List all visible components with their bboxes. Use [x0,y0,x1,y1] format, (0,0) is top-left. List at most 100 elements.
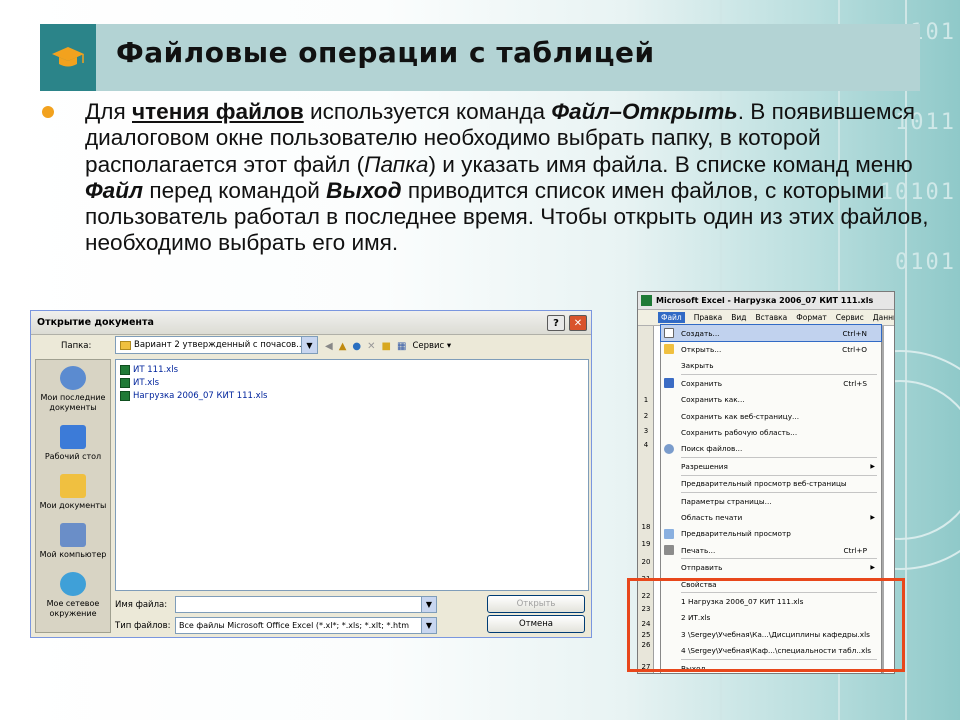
menu-item-print[interactable]: Печать... Ctrl+P [661,542,881,558]
file-item[interactable]: Нагрузка 2006_07 КИТ 111.xls [120,389,584,402]
excel-titlebar: Microsoft Excel - Нагрузка 2006_07 КИТ 1… [638,292,894,310]
network-places-icon [60,572,86,596]
menu-item-label: Открыть... [681,345,722,355]
place-my-documents[interactable]: Мои документы [36,468,110,517]
menu-item-label: Отправить [681,563,723,573]
submenu-arrow-icon: ▶ [870,462,875,470]
menu-item-label: Сохранить [681,378,723,388]
place-label: Мой компьютер [39,550,107,559]
place-label: Рабочий стол [44,452,102,461]
place-my-computer[interactable]: Мой компьютер [36,517,110,566]
row-number[interactable]: 4 [638,441,654,449]
dialog-titlebar: Открытие документа [31,311,591,335]
chevron-down-icon[interactable]: ▼ [301,337,317,353]
back-icon[interactable]: ◀ [325,341,333,352]
row-number[interactable]: 18 [638,523,654,531]
excel-logo-icon [641,295,652,306]
open-folder-icon [664,344,674,355]
filetype-select[interactable]: Все файлы Microsoft Office Excel (*.xl*;… [175,617,437,634]
menu-item-label: Разрешения [681,461,728,471]
menu-data[interactable]: Данные [873,313,894,322]
menu-item-web-preview[interactable]: Предварительный просмотр веб-страницы [661,476,881,492]
menu-item-create[interactable]: Создать... Ctrl+N [660,323,882,343]
filename-row: Имя файла: ▼ [115,596,437,613]
chevron-down-icon[interactable]: ▼ [421,597,436,612]
menu-item-label: Закрыть [681,361,714,371]
folder-icon [120,340,131,350]
file-name: Нагрузка 2006_07 КИТ 111.xls [133,390,268,401]
close-button[interactable]: ✕ [569,315,587,331]
menu-item-print-area[interactable]: Область печати ▶ [661,509,881,525]
menu-item-page-setup[interactable]: Параметры страницы... [661,493,881,509]
row-number[interactable]: 20 [638,558,654,566]
row-number[interactable]: 3 [638,427,654,435]
recent-documents-icon [60,366,86,390]
shortcut-label: Ctrl+S [843,378,867,388]
file-item[interactable]: ИТ 111.xls [120,363,584,376]
menu-item-close[interactable]: Закрыть [661,358,881,374]
file-item[interactable]: ИТ.xls [120,376,584,389]
place-label: Мои документы [39,501,107,510]
menu-item-save-web[interactable]: Сохранить как веб-страницу... [661,408,881,424]
menu-item-send-to[interactable]: Отправить ▶ [661,559,881,575]
text-run: Для [85,99,132,124]
menu-item-save[interactable]: Сохранить Ctrl+S [661,375,881,391]
dialog-toolbar: ◀ ▲ ● ✕ ■ ▦ Сервис ▾ [325,337,451,355]
save-disk-icon [664,378,674,389]
place-network[interactable]: Мое сетевое окружение [36,566,110,625]
delete-icon[interactable]: ✕ [367,341,375,352]
cancel-button[interactable]: Отмена [487,615,585,633]
menu-item-label: Сохранить как... [681,395,745,405]
excel-file-icon [120,377,130,388]
help-button[interactable]: ? [547,315,565,331]
row-number[interactable]: 19 [638,540,654,548]
place-label: Мое сетевое окружение [46,599,100,618]
row-number[interactable]: 2 [638,412,654,420]
filename-label: Имя файла: [115,599,168,610]
menu-file[interactable]: Файл [658,312,685,323]
chevron-down-icon[interactable]: ▼ [421,618,436,633]
excel-file-icon [120,390,130,401]
up-folder-icon[interactable]: ▲ [339,341,347,352]
open-document-dialog: Открытие документа ? ✕ Папка: Вариант 2 … [30,310,592,638]
open-button[interactable]: Открыть [487,595,585,613]
menu-insert[interactable]: Вставка [756,313,788,322]
look-in-value: Вариант 2 утвержденный с почасов... [134,340,305,350]
shortcut-label: Ctrl+P [843,545,868,555]
file-list: ИТ 111.xls ИТ.xls Нагрузка 2006_07 КИТ 1… [115,359,589,591]
excel-file-icon [120,364,130,375]
place-recent[interactable]: Мои последние документы [36,360,110,419]
menu-view[interactable]: Вид [731,313,746,322]
menu-tools[interactable]: Сервис [836,313,864,322]
look-in-select[interactable]: Вариант 2 утвержденный с почасов... ▼ [115,336,318,354]
menu-item-save-as[interactable]: Сохранить как... [661,392,881,408]
menu-item-permissions[interactable]: Разрешения ▶ [661,458,881,474]
body-paragraph: Для чтения файлов используется команда Ф… [85,99,930,257]
menu-item-label: Сохранить рабочую область... [681,428,798,438]
new-folder-icon[interactable]: ■ [382,341,391,352]
excel-title: Microsoft Excel - Нагрузка 2006_07 КИТ 1… [656,296,874,305]
submenu-arrow-icon: ▶ [870,564,875,572]
views-icon[interactable]: ▦ [397,341,406,352]
search-web-icon[interactable]: ● [352,341,361,352]
text-run: перед командой [143,177,327,203]
menu-item-label: Предварительный просмотр [681,529,791,539]
tools-menu[interactable]: Сервис ▾ [412,341,451,351]
menu-item-open[interactable]: Открыть... Ctrl+O [661,341,881,357]
command-file-open: Файл–Открыть [551,99,738,124]
file-name: ИТ 111.xls [133,364,178,375]
menu-item-label: Печать... [681,545,716,555]
text-run: используется команда [303,99,552,124]
menu-edit[interactable]: Правка [694,313,723,322]
menu-item-print-preview[interactable]: Предварительный просмотр [661,526,881,542]
menu-item-file-search[interactable]: Поиск файлов... [661,441,881,457]
new-document-icon [664,328,674,338]
place-desktop[interactable]: Рабочий стол [36,419,110,468]
menu-item-save-workspace[interactable]: Сохранить рабочую область... [661,424,881,440]
filetype-label: Тип файлов: [115,620,171,631]
shortcut-label: Ctrl+N [842,328,867,338]
row-number[interactable]: 1 [638,396,654,404]
filename-input[interactable]: ▼ [175,596,437,613]
print-preview-icon [664,528,674,539]
menu-format[interactable]: Формат [796,313,826,322]
